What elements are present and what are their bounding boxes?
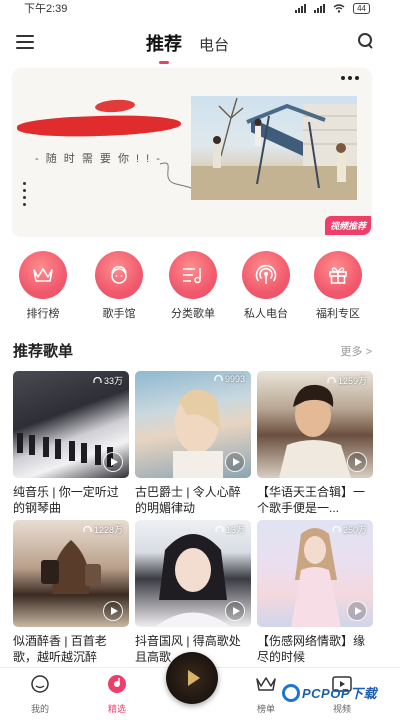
video-recommend-badge: 视频推荐 bbox=[324, 216, 371, 235]
banner-carousel[interactable]: - 随 时 需 要 你 ! ! - 视频推荐 bbox=[13, 68, 371, 235]
playlist-cover: 1259万 bbox=[257, 371, 373, 478]
headphone-icon bbox=[93, 376, 102, 383]
play-count: 1228万 bbox=[83, 523, 123, 536]
banner-redaction-2 bbox=[16, 113, 182, 139]
quick-link-singers[interactable]: 歌手馆 bbox=[89, 251, 149, 321]
play-count: 9993 bbox=[214, 374, 245, 384]
play-icon[interactable] bbox=[347, 601, 367, 621]
playlist-cover: 9993 bbox=[135, 371, 251, 478]
playlist-cover: 1228万 bbox=[13, 520, 129, 627]
play-icon bbox=[187, 670, 200, 686]
play-icon[interactable] bbox=[103, 601, 123, 621]
watermark: PCPOP下载 bbox=[282, 683, 377, 702]
quick-link-categories[interactable]: 分类歌单 bbox=[163, 251, 223, 321]
radio-icon bbox=[242, 251, 290, 299]
playlist-card[interactable]: 1228万 似酒醉香 | 百首老歌，越听越沉醉 bbox=[13, 520, 129, 665]
status-time: 下午2:39 bbox=[24, 3, 68, 15]
banner-tagline: - 随 时 需 要 你 ! ! - bbox=[35, 153, 162, 165]
play-icon[interactable] bbox=[103, 452, 123, 472]
playlist-card[interactable]: 9993 古巴爵士 | 令人心醉的明媚律动 bbox=[135, 371, 251, 516]
play-icon[interactable] bbox=[225, 452, 245, 472]
banner-image bbox=[191, 96, 357, 200]
banner-dots-icon bbox=[23, 182, 26, 206]
playlist-title: 【伤感网络情歌】缘尽的时候 bbox=[257, 634, 366, 664]
tab-mine[interactable]: 我的 bbox=[18, 674, 62, 715]
crown-icon bbox=[256, 677, 276, 691]
now-playing-disc[interactable] bbox=[166, 652, 218, 704]
top-header: 推荐 电台 bbox=[0, 16, 400, 68]
play-count: 33万 bbox=[93, 374, 123, 387]
tab-radio[interactable]: 电台 bbox=[199, 34, 229, 55]
search-icon[interactable] bbox=[358, 33, 374, 49]
play-count: 13万 bbox=[215, 523, 245, 536]
watermark-text: PCPOP下载 bbox=[302, 686, 378, 701]
more-link[interactable]: 更多 > bbox=[341, 343, 372, 359]
playlist-card[interactable]: 250万 【伤感网络情歌】缘尽的时候 bbox=[257, 520, 373, 665]
face-icon bbox=[31, 675, 49, 693]
battery-icon: 44 bbox=[353, 2, 370, 14]
quick-link-label: 歌手馆 bbox=[102, 308, 136, 320]
playlist-card[interactable]: 33万 纯音乐 | 你一定听过的钢琴曲 bbox=[13, 371, 129, 516]
play-icon[interactable] bbox=[225, 601, 245, 621]
tab-label: 我的 bbox=[30, 704, 49, 714]
playlist-icon bbox=[169, 251, 217, 299]
playlist-title: 【华语天王合辑】一个歌手便是一... bbox=[257, 485, 366, 515]
play-count: 250万 bbox=[332, 523, 367, 536]
tab-featured[interactable]: 精选 bbox=[95, 674, 139, 715]
quick-link-label: 福利专区 bbox=[316, 308, 360, 320]
headphone-icon bbox=[327, 376, 336, 383]
quick-link-label: 私人电台 bbox=[244, 308, 288, 320]
playlist-cover: 33万 bbox=[13, 371, 129, 478]
recommended-playlists-header: 推荐歌单 更多 > bbox=[13, 340, 372, 361]
quick-link-welfare[interactable]: 福利专区 bbox=[308, 251, 368, 321]
wifi-icon bbox=[333, 3, 345, 13]
tab-recommend[interactable]: 推荐 bbox=[146, 30, 182, 56]
headphone-icon bbox=[83, 525, 92, 532]
playlist-card[interactable]: 13万 抖音国风 | 得高歌处且高歌 bbox=[135, 520, 251, 665]
status-icons: 44 bbox=[295, 2, 370, 14]
playlist-card[interactable]: 1259万 【华语天王合辑】一个歌手便是一... bbox=[257, 371, 373, 516]
play-icon[interactable] bbox=[347, 452, 367, 472]
play-count: 1259万 bbox=[327, 374, 367, 387]
headphone-icon bbox=[215, 525, 224, 532]
section-title: 推荐歌单 bbox=[13, 343, 74, 360]
playlist-title: 似酒醉香 | 百首老歌，越听越沉醉 bbox=[13, 634, 107, 664]
signal-icon-2 bbox=[314, 3, 326, 13]
tab-label: 榜单 bbox=[256, 704, 275, 714]
signal-icon bbox=[295, 3, 307, 13]
headphone-icon bbox=[214, 375, 223, 381]
quick-link-rankings[interactable]: 排行榜 bbox=[13, 251, 73, 321]
playlist-cover: 250万 bbox=[257, 520, 373, 627]
banner-more-icon[interactable] bbox=[341, 76, 359, 80]
playlist-title: 纯音乐 | 你一定听过的钢琴曲 bbox=[13, 485, 119, 515]
quick-link-label: 分类歌单 bbox=[171, 308, 215, 320]
tab-label: 精选 bbox=[107, 704, 126, 714]
watermark-logo-icon bbox=[282, 683, 300, 702]
banner-redaction bbox=[94, 98, 136, 114]
playlist-cover: 13万 bbox=[135, 520, 251, 627]
crown-icon bbox=[19, 251, 67, 299]
menu-icon[interactable] bbox=[16, 35, 34, 49]
quick-link-radio[interactable]: 私人电台 bbox=[236, 251, 296, 321]
music-disc-icon bbox=[108, 675, 126, 693]
tab-label: 视频 bbox=[332, 704, 351, 714]
top-tabs: 推荐 电台 bbox=[146, 30, 229, 56]
playlist-title: 古巴爵士 | 令人心醉的明媚律动 bbox=[135, 485, 241, 515]
gift-icon bbox=[314, 251, 362, 299]
quick-link-label: 排行榜 bbox=[26, 308, 60, 320]
quick-links: 排行榜 歌手馆 分类歌单 私人电台 福利专区 bbox=[0, 251, 400, 323]
status-bar: 下午2:39 44 bbox=[0, 0, 400, 16]
singer-icon bbox=[95, 251, 143, 299]
headphone-icon bbox=[332, 525, 341, 532]
